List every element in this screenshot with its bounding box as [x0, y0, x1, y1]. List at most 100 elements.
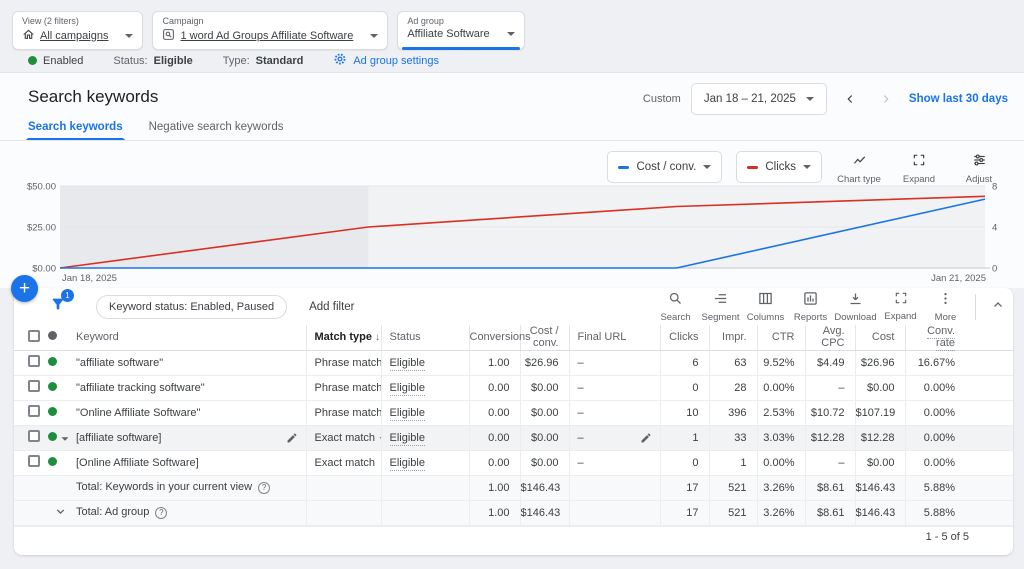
metric1-dropdown[interactable]: Cost / conv. — [607, 151, 722, 183]
match-type-cell[interactable]: Exact match — [306, 450, 381, 475]
ad-group-label: Ad group — [407, 16, 514, 26]
date-range-dropdown[interactable]: Jan 18 – 21, 2025 — [691, 83, 827, 115]
table-row: "affiliate software"Phrase match Eligible… — [14, 350, 1013, 375]
total-impressions-cell: 521 — [709, 475, 757, 500]
chevron-down-icon — [803, 165, 811, 169]
match-type-cell[interactable]: Phrase match — [306, 400, 381, 425]
keyword-status-cell: Eligible — [381, 400, 469, 425]
match-type-cell[interactable]: Phrase match — [306, 375, 381, 400]
conversions-cell: 1.00 — [469, 350, 520, 375]
toolbar-divider — [975, 294, 976, 320]
column-header-match-type[interactable]: Match type↓ — [306, 325, 381, 350]
view-filter-label: View (2 filters) — [22, 16, 133, 26]
columns-icon — [758, 291, 773, 309]
edit-final-url-icon[interactable] — [640, 432, 652, 444]
campaign-value: 1 word Ad Groups Affiliate Software — [180, 30, 353, 42]
select-all-checkbox[interactable] — [28, 330, 40, 342]
keyword-cell[interactable]: "affiliate tracking software" — [68, 375, 306, 400]
keyword-cell[interactable]: "affiliate software" — [68, 350, 306, 375]
keyword-cell[interactable]: "Online Affiliate Software" — [68, 400, 306, 425]
row-checkbox[interactable] — [28, 380, 40, 392]
row-checkbox[interactable] — [28, 355, 40, 367]
keyword-status-dot — [48, 432, 57, 441]
help-icon[interactable]: ? — [258, 482, 270, 494]
more-vertical-icon — [938, 291, 953, 309]
filter-funnel-button[interactable]: 1 — [50, 296, 66, 317]
ad-group-settings-link[interactable]: Ad group settings — [333, 52, 439, 69]
search-tool-button[interactable]: Search — [653, 291, 698, 323]
column-header-avg-cpc[interactable]: Avg. CPC — [805, 325, 855, 350]
next-period-button[interactable] — [873, 88, 899, 110]
adjust-chart-button[interactable]: Adjust — [956, 149, 1002, 185]
metric2-dash — [747, 166, 758, 169]
expand-chart-button[interactable]: Expand — [896, 149, 942, 185]
status-value-link[interactable]: Eligible — [390, 382, 425, 396]
chart-controls: Cost / conv. Clicks Chart type Expand Ad… — [607, 149, 1002, 185]
adjust-sliders-icon — [972, 153, 987, 170]
campaign-dropdown[interactable]: Campaign 1 word Ad Groups Affiliate Soft… — [152, 11, 388, 50]
campaign-label: Campaign — [162, 16, 378, 26]
status-value-link[interactable]: Eligible — [390, 407, 425, 421]
chart-type-icon — [851, 153, 868, 170]
add-keyword-fab[interactable]: + — [11, 275, 38, 302]
column-header-conv-rate[interactable]: Conv. rate — [905, 325, 1013, 350]
keyword-text: [Online Affiliate Software] — [76, 457, 199, 469]
column-header-keyword[interactable]: Keyword — [68, 325, 306, 350]
show-last-30-days-link[interactable]: Show last 30 days — [909, 93, 1008, 105]
clicks-cell: 0 — [660, 450, 709, 475]
tab-search-keywords[interactable]: Search keywords — [28, 121, 123, 141]
column-header-status[interactable]: Status — [381, 325, 469, 350]
edit-keyword-icon[interactable] — [286, 432, 298, 444]
ad-group-dropdown[interactable]: Ad group Affiliate Software — [397, 11, 524, 50]
impressions-cell: 63 — [709, 350, 757, 375]
more-tool-button[interactable]: More — [923, 291, 968, 323]
row-checkbox[interactable] — [28, 455, 40, 467]
keyword-cell[interactable]: [affiliate software] — [68, 425, 306, 450]
chart-type-button[interactable]: Chart type — [836, 149, 882, 185]
status-value-link[interactable]: Eligible — [390, 457, 425, 471]
total-row: Total: Keywords in your current view?1.0… — [14, 475, 1013, 500]
status-value-link[interactable]: Eligible — [390, 357, 425, 371]
reports-tool-button[interactable]: Reports — [788, 291, 833, 323]
cost-per-conv-cell: $0.00 — [520, 450, 569, 475]
previous-period-button[interactable] — [837, 88, 863, 110]
expand-total-icon[interactable] — [48, 505, 67, 518]
keyword-status-dot — [48, 457, 57, 466]
column-header-ctr[interactable]: CTR — [757, 325, 805, 350]
column-header-clicks[interactable]: Clicks — [660, 325, 709, 350]
final-url-cell: – — [569, 450, 660, 475]
column-header-impressions[interactable]: Impr. — [709, 325, 757, 350]
cost-cell: $0.00 — [855, 450, 905, 475]
total-cost-per-conv-cell: $146.43 — [520, 500, 569, 525]
segment-tool-button[interactable]: Segment — [698, 291, 743, 323]
keyword-text: "affiliate tracking software" — [76, 382, 205, 394]
expand-table-button[interactable]: Expand — [878, 291, 923, 322]
match-type-cell[interactable]: Exact match — [306, 425, 381, 450]
expand-icon — [894, 291, 908, 308]
column-header-cost[interactable]: Cost — [855, 325, 905, 350]
match-type-cell[interactable]: Phrase match — [306, 350, 381, 375]
metric2-dropdown[interactable]: Clicks — [736, 151, 822, 183]
column-header-conversions[interactable]: Conversions — [469, 325, 520, 350]
tab-negative-search-keywords[interactable]: Negative search keywords — [149, 121, 284, 141]
type-label: Type: — [223, 55, 250, 67]
status-value-link[interactable]: Eligible — [390, 432, 425, 446]
keyword-status-dot — [48, 407, 57, 416]
keyword-status-filter-chip[interactable]: Keyword status: Enabled, Paused — [96, 295, 287, 319]
keyword-cell[interactable]: [Online Affiliate Software] — [68, 450, 306, 475]
impressions-cell: 396 — [709, 400, 757, 425]
add-filter-button[interactable]: Add filter — [309, 301, 354, 313]
help-icon[interactable]: ? — [155, 507, 167, 519]
x-axis-start-label: Jan 18, 2025 — [62, 273, 117, 284]
columns-tool-button[interactable]: Columns — [743, 291, 788, 323]
view-filter-dropdown[interactable]: View (2 filters) All campaigns — [12, 11, 143, 50]
row-checkbox[interactable] — [28, 430, 40, 442]
avg-cpc-cell: $4.49 — [805, 350, 855, 375]
column-header-final-url[interactable]: Final URL — [569, 325, 660, 350]
row-checkbox[interactable] — [28, 405, 40, 417]
total-conv-rate-cell: 5.88% — [905, 475, 1013, 500]
collapse-panel-button[interactable] — [983, 298, 1013, 316]
status-dropdown-caret[interactable] — [61, 437, 68, 441]
avg-cpc-cell: $10.72 — [805, 400, 855, 425]
download-tool-button[interactable]: Download — [833, 291, 878, 323]
